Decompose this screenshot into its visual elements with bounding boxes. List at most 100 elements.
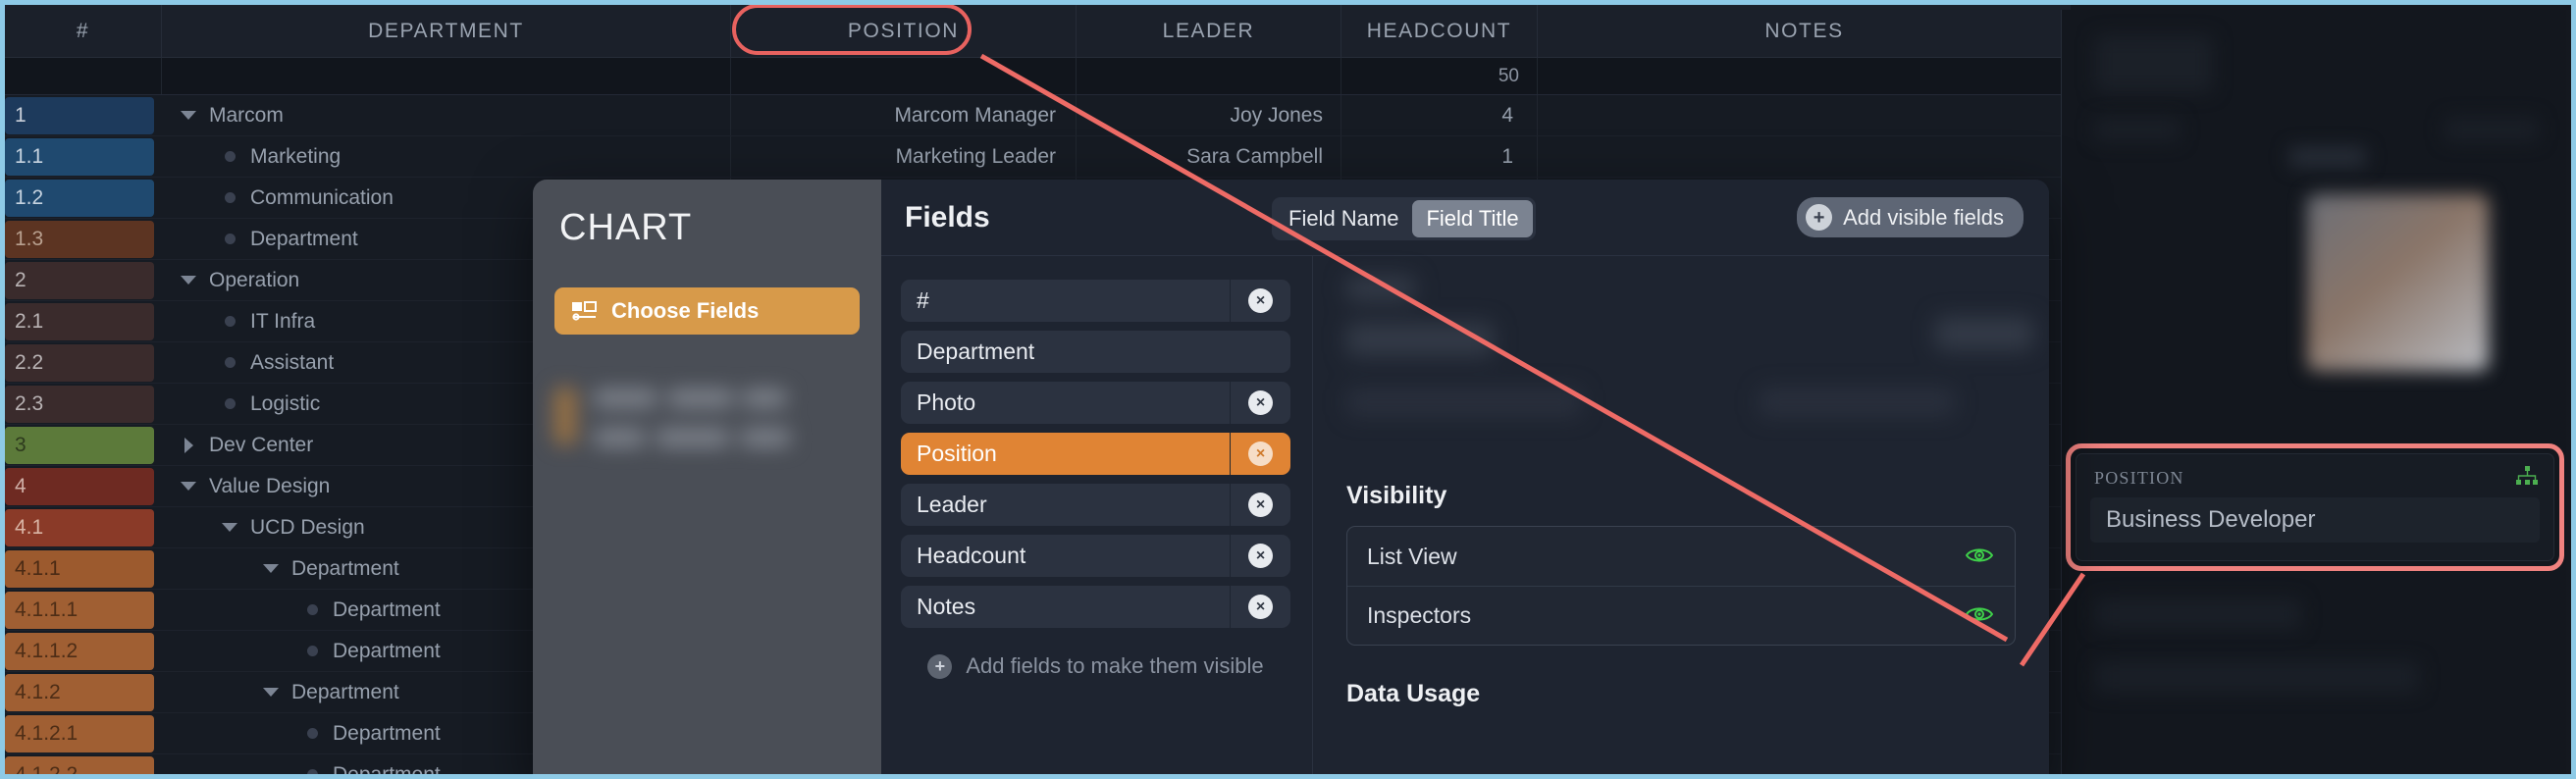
- table-cell-leader[interactable]: Joy Jones: [1077, 95, 1341, 135]
- row-index-chip: 1.1: [5, 137, 154, 176]
- table-header-row: # DEPARTMENT POSITION LEADER HEADCOUNT N…: [5, 5, 2071, 58]
- table-cell-index[interactable]: 4.1.2.2: [5, 754, 162, 774]
- field-detail-blurred-content: [1346, 270, 2033, 456]
- eye-icon[interactable]: [1965, 602, 1994, 629]
- visibility-row-label: Inspectors: [1367, 602, 1472, 628]
- table-cell-notes[interactable]: [1538, 136, 2071, 177]
- close-icon: ×: [1248, 441, 1273, 466]
- leaf-dot-icon: [217, 398, 242, 409]
- remove-field-button[interactable]: ×: [1230, 280, 1290, 322]
- department-name: Value Design: [209, 474, 331, 497]
- department-name: Dev Center: [209, 433, 314, 456]
- visibility-row-inspectors[interactable]: Inspectors: [1347, 586, 2015, 645]
- toggle-option-field-title[interactable]: Field Title: [1412, 200, 1533, 237]
- column-header-position[interactable]: POSITION: [731, 5, 1077, 57]
- field-list-item[interactable]: Headcount ×: [901, 535, 1290, 577]
- row-index-chip: 4.1.2: [5, 673, 154, 711]
- field-label-mode-toggle[interactable]: Field Name Field Title: [1272, 197, 1536, 240]
- table-cell-index[interactable]: 4.1.1.2: [5, 631, 162, 671]
- choose-fields-button[interactable]: Choose Fields: [554, 287, 860, 335]
- remove-field-button[interactable]: ×: [1230, 382, 1290, 424]
- choose-fields-label: Choose Fields: [611, 298, 760, 323]
- dialog-title: CHART: [559, 207, 693, 248]
- table-cell-leader[interactable]: Sara Campbell: [1077, 136, 1341, 177]
- table-cell-index[interactable]: 2.1: [5, 301, 162, 341]
- table-cell-index[interactable]: 1.2: [5, 178, 162, 218]
- summary-cell-position: [731, 58, 1077, 94]
- column-header-notes[interactable]: NOTES: [1538, 5, 2071, 57]
- remove-field-button[interactable]: ×: [1230, 433, 1290, 475]
- remove-field-button[interactable]: ×: [1230, 586, 1290, 628]
- inspector-placeholder-label: [2095, 118, 2180, 141]
- department-name: Assistant: [250, 350, 335, 374]
- row-index-chip: 2.1: [5, 302, 154, 340]
- department-name: Marketing: [250, 144, 342, 168]
- plus-circle-icon: +: [1806, 204, 1833, 231]
- table-cell-index[interactable]: 2.3: [5, 384, 162, 424]
- table-cell-index[interactable]: 1.3: [5, 219, 162, 259]
- table-cell-position[interactable]: Marketing Leader: [731, 136, 1077, 177]
- table-cell-index[interactable]: 2: [5, 260, 162, 300]
- field-list-item[interactable]: # ×: [901, 280, 1290, 322]
- table-cell-index[interactable]: 4.1.1: [5, 548, 162, 589]
- column-header-label: POSITION: [847, 19, 960, 42]
- field-list-item-label: #: [917, 287, 929, 313]
- table-cell-index[interactable]: 1: [5, 95, 162, 135]
- table-cell-index[interactable]: 2.2: [5, 342, 162, 383]
- column-header-index[interactable]: #: [5, 5, 162, 57]
- field-list-item[interactable]: Position ×: [901, 433, 1290, 475]
- table-cell-index[interactable]: 4.1.1.1: [5, 590, 162, 630]
- column-header-department[interactable]: DEPARTMENT: [162, 5, 731, 57]
- department-name: Department: [333, 762, 441, 779]
- department-name: Logistic: [250, 391, 321, 415]
- add-fields-hint[interactable]: + Add fields to make them visible: [901, 653, 1290, 679]
- eye-icon[interactable]: [1965, 544, 1994, 570]
- row-index-chip: 3: [5, 426, 154, 464]
- chevron-down-icon[interactable]: [176, 276, 201, 285]
- table-cell-index[interactable]: 4.1.2: [5, 672, 162, 712]
- chevron-down-icon[interactable]: [176, 111, 201, 120]
- visibility-row-list-view[interactable]: List View: [1347, 527, 2015, 586]
- visibility-options: List View Inspectors: [1346, 526, 2016, 646]
- table-cell-department[interactable]: Marcom: [162, 95, 731, 135]
- column-header-leader[interactable]: LEADER: [1077, 5, 1341, 57]
- row-index-chip: 2.2: [5, 343, 154, 382]
- table-cell-headcount[interactable]: 1: [1341, 136, 1538, 177]
- table-cell-index[interactable]: 1.1: [5, 136, 162, 177]
- chevron-down-icon[interactable]: [176, 482, 201, 491]
- department-name: Communication: [250, 185, 394, 209]
- toggle-option-field-name[interactable]: Field Name: [1275, 200, 1412, 237]
- inspector-field-value[interactable]: Business Developer: [2090, 497, 2540, 543]
- table-cell-headcount[interactable]: 4: [1341, 95, 1538, 135]
- table-cell-index[interactable]: 4: [5, 466, 162, 506]
- field-list-item[interactable]: Department: [901, 331, 1290, 373]
- inspector-field-position[interactable]: POSITION Business Developer: [2076, 453, 2554, 561]
- remove-field-button[interactable]: ×: [1230, 484, 1290, 526]
- column-header-headcount[interactable]: HEADCOUNT: [1341, 5, 1538, 57]
- row-index-chip: 1.3: [5, 220, 154, 258]
- table-cell-index[interactable]: 3: [5, 425, 162, 465]
- remove-field-button[interactable]: ×: [1230, 535, 1290, 577]
- chevron-right-icon[interactable]: [176, 437, 201, 453]
- department-name: Department: [333, 721, 441, 745]
- table-row[interactable]: 1 Marcom Marcom Manager Joy Jones 4: [5, 95, 2071, 136]
- close-icon: ×: [1248, 595, 1273, 619]
- table-row[interactable]: 1.1 Marketing Marketing Leader Sara Campbel…: [5, 136, 2071, 178]
- close-icon: ×: [1248, 390, 1273, 415]
- field-list-item[interactable]: Photo ×: [901, 382, 1290, 424]
- inspector-placeholder-meta: [2289, 147, 2366, 167]
- table-cell-index[interactable]: 4.1: [5, 507, 162, 547]
- chevron-down-icon[interactable]: [258, 564, 284, 573]
- field-list-item-label: Department: [917, 338, 1035, 364]
- table-cell-department[interactable]: Marketing: [162, 136, 731, 177]
- add-visible-fields-button[interactable]: + Add visible fields: [1797, 197, 2024, 237]
- field-list-item[interactable]: Notes ×: [901, 586, 1290, 628]
- table-cell-index[interactable]: 4.1.2.1: [5, 713, 162, 753]
- row-index-chip: 4.1.1.1: [5, 591, 154, 629]
- chevron-down-icon[interactable]: [217, 523, 242, 532]
- table-cell-position[interactable]: Marcom Manager: [731, 95, 1077, 135]
- field-list-item[interactable]: Leader ×: [901, 484, 1290, 526]
- table-cell-notes[interactable]: [1538, 95, 2071, 135]
- chevron-down-icon[interactable]: [258, 688, 284, 697]
- leaf-dot-icon: [217, 151, 242, 162]
